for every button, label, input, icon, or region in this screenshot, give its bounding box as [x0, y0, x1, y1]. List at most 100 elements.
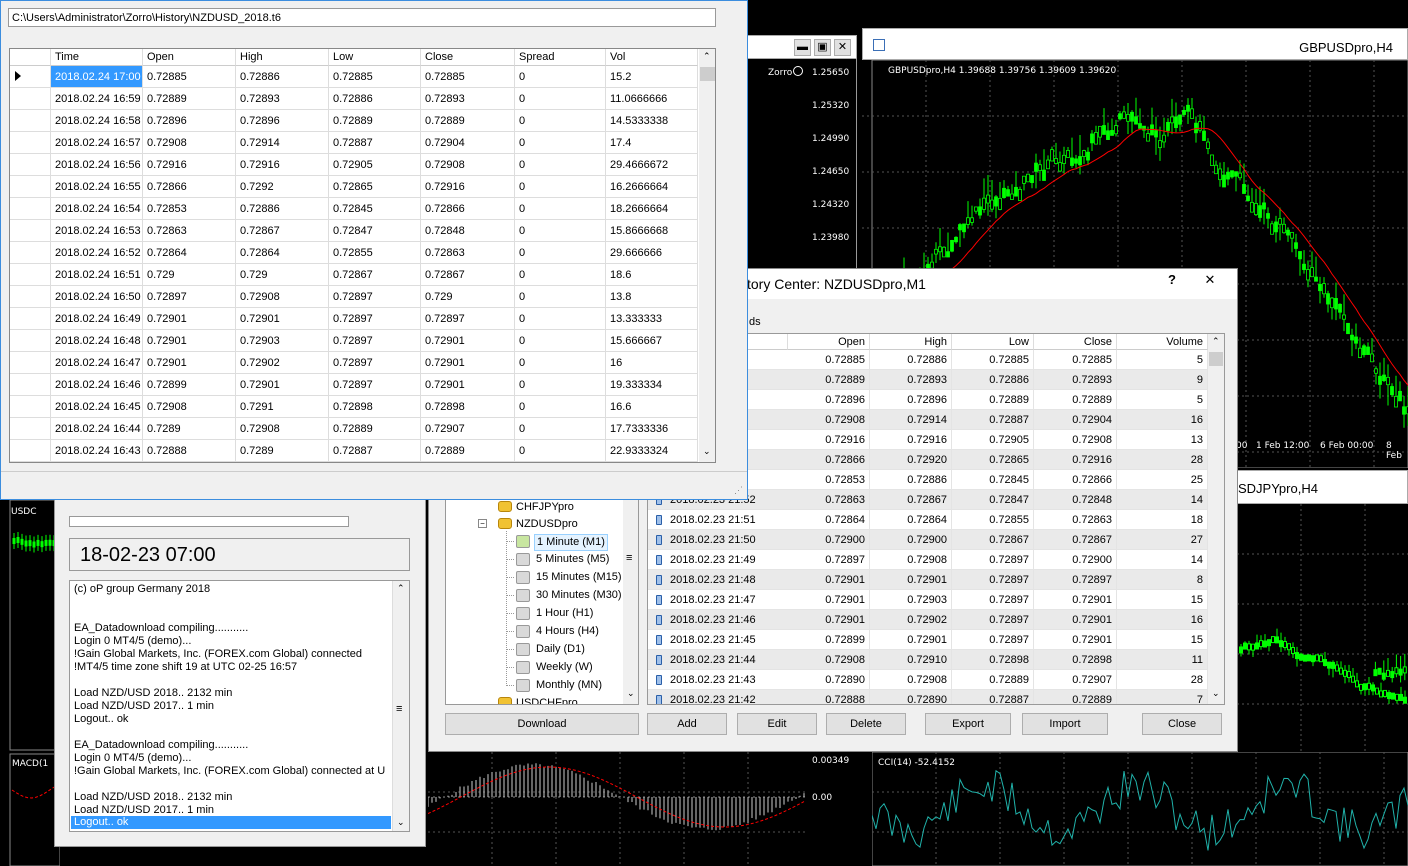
- grid-cell[interactable]: 0.72889: [329, 110, 421, 132]
- grid-cell[interactable]: 0: [515, 264, 606, 286]
- grid-column-header[interactable]: Open: [143, 49, 236, 66]
- grid-cell[interactable]: 0: [515, 154, 606, 176]
- grid-cell[interactable]: 2018.02.24 16:58: [51, 110, 143, 132]
- tree-item-timeframe[interactable]: 5 Minutes (M5): [534, 552, 611, 567]
- grid-cell[interactable]: 0.72847: [329, 220, 421, 242]
- grid-row-header[interactable]: [10, 66, 51, 88]
- grid-cell[interactable]: 0: [515, 374, 606, 396]
- tree-scrollbar[interactable]: ≡ ⌄: [623, 500, 638, 704]
- grid-cell[interactable]: 0.72896: [143, 110, 236, 132]
- grid-cell[interactable]: 17.4: [606, 132, 698, 154]
- grid-cell[interactable]: 0.72896: [236, 110, 329, 132]
- grid-cell[interactable]: 2018.02.24 16:45: [51, 396, 143, 418]
- grid-cell[interactable]: 22.9333324: [606, 440, 698, 462]
- grid-cell[interactable]: 0: [515, 286, 606, 308]
- history-row[interactable]: 2018.02.23 21:46 0.72901 0.72902 0.72897 0.7…: [648, 610, 1208, 630]
- grid-cell[interactable]: 2018.02.24 16:49: [51, 308, 143, 330]
- tree-item-timeframe[interactable]: 30 Minutes (M30): [534, 588, 624, 603]
- grid-cell[interactable]: 2018.02.24 16:59: [51, 88, 143, 110]
- grid-column-header[interactable]: Spread: [515, 49, 606, 66]
- close-window-button[interactable]: ✕: [834, 39, 851, 56]
- grid-cell[interactable]: 0: [515, 418, 606, 440]
- grid-cell[interactable]: 0.72904: [421, 132, 515, 154]
- history-column-header[interactable]: Low: [952, 334, 1034, 350]
- grid-cell[interactable]: 2018.02.24 16:51: [51, 264, 143, 286]
- grid-cell[interactable]: 0.72908: [421, 154, 515, 176]
- grid-cell[interactable]: 0.72887: [329, 440, 421, 462]
- grid-cell[interactable]: 0.72908: [236, 418, 329, 440]
- grid-cell[interactable]: 0.72867: [421, 264, 515, 286]
- grid-cell[interactable]: 0.72867: [329, 264, 421, 286]
- history-row[interactable]: 2018.02.23 21:51 0.72864 0.72864 0.72855 0.7…: [648, 510, 1208, 530]
- grid-column-header[interactable]: Vol: [606, 49, 698, 66]
- grid-cell[interactable]: 2018.02.24 16:57: [51, 132, 143, 154]
- grid-cell[interactable]: 0.72897: [329, 352, 421, 374]
- grid-cell[interactable]: 0.72901: [236, 308, 329, 330]
- grid-cell[interactable]: 0.729: [236, 264, 329, 286]
- grid-cell[interactable]: 2018.02.24 16:56: [51, 154, 143, 176]
- grid-cell[interactable]: 16.2666664: [606, 176, 698, 198]
- grid-cell[interactable]: 2018.02.24 16:48: [51, 330, 143, 352]
- log-selected-line[interactable]: Logout.. ok: [71, 816, 391, 829]
- grid-cell[interactable]: 0: [515, 440, 606, 462]
- grid-cell[interactable]: 0.72866: [421, 198, 515, 220]
- tree-item-chfjpy[interactable]: CHFJPYpro: [516, 500, 574, 514]
- history-row[interactable]: 2018.02.23 21:43 0.72890 0.72908 0.72889 0.7…: [648, 670, 1208, 690]
- history-row[interactable]: 2018.02.23 21:47 0.72901 0.72903 0.72897 0.7…: [648, 590, 1208, 610]
- grid-cell[interactable]: 0.72886: [236, 66, 329, 88]
- grid-cell[interactable]: 0.72897: [421, 308, 515, 330]
- grid-cell[interactable]: 0.72867: [236, 220, 329, 242]
- grid-row-header[interactable]: [10, 132, 51, 154]
- grid-cell[interactable]: 0.72897: [329, 308, 421, 330]
- grid-cell[interactable]: 2018.02.24 16:47: [51, 352, 143, 374]
- grid-cell[interactable]: 15.2: [606, 66, 698, 88]
- grid-cell[interactable]: 29.666666: [606, 242, 698, 264]
- grid-cell[interactable]: 2018.02.24 16:44: [51, 418, 143, 440]
- history-grid-scrollbar[interactable]: ⌃ ⌄: [1208, 334, 1224, 704]
- history-row[interactable]: 2018.02.23 21:48 0.72901 0.72901 0.72897 0.7…: [648, 570, 1208, 590]
- grid-cell[interactable]: 0.72914: [236, 132, 329, 154]
- resize-grip-icon[interactable]: ⋰: [734, 485, 743, 496]
- grid-cell[interactable]: 0.72901: [143, 330, 236, 352]
- grid-cell[interactable]: 18.6: [606, 264, 698, 286]
- grid-cell[interactable]: 0.72916: [421, 176, 515, 198]
- history-row[interactable]: 2018.02.23 21:44 0.72908 0.72910 0.72898 0.7…: [648, 650, 1208, 670]
- grid-row-header[interactable]: [10, 88, 51, 110]
- grid-cell[interactable]: 0.72885: [421, 66, 515, 88]
- usdjpy-chart[interactable]: [1237, 504, 1408, 752]
- grid-cell[interactable]: 0.72901: [421, 352, 515, 374]
- download-button[interactable]: Download: [445, 713, 639, 735]
- grid-cell[interactable]: 2018.02.24 16:55: [51, 176, 143, 198]
- grid-row-header[interactable]: [10, 264, 51, 286]
- grid-cell[interactable]: 0.72893: [236, 88, 329, 110]
- tree-item-timeframe[interactable]: Monthly (MN): [534, 678, 604, 693]
- grid-cell[interactable]: 0.72898: [421, 396, 515, 418]
- grid-cell[interactable]: 13.333333: [606, 308, 698, 330]
- grid-cell[interactable]: 0.729: [421, 286, 515, 308]
- grid-cell[interactable]: 0.72897: [143, 286, 236, 308]
- grid-row-header[interactable]: [10, 286, 51, 308]
- grid-cell[interactable]: 0.72885: [143, 66, 236, 88]
- history-row[interactable]: 2018.02.23 21:45 0.72899 0.72901 0.72897 0.7…: [648, 630, 1208, 650]
- grid-cell[interactable]: 0: [515, 242, 606, 264]
- grid-cell[interactable]: 0.72901: [236, 374, 329, 396]
- grid-cell[interactable]: 2018.02.24 16:46: [51, 374, 143, 396]
- grid-cell[interactable]: 0.72897: [329, 374, 421, 396]
- close-button[interactable]: Close: [1142, 713, 1222, 735]
- export-button[interactable]: Export: [925, 713, 1011, 735]
- grid-cell[interactable]: 0.72901: [143, 308, 236, 330]
- history-column-header[interactable]: High: [870, 334, 952, 350]
- grid-cell[interactable]: 15.666667: [606, 330, 698, 352]
- grid-cell[interactable]: 16: [606, 352, 698, 374]
- grid-cell[interactable]: 2018.02.24 17:00: [51, 66, 143, 88]
- grid-cell[interactable]: 0.72848: [421, 220, 515, 242]
- grid-column-header[interactable]: High: [236, 49, 329, 66]
- grid-cell[interactable]: 0: [515, 220, 606, 242]
- import-button[interactable]: Import: [1022, 713, 1108, 735]
- grid-cell[interactable]: 13.8: [606, 286, 698, 308]
- grid-cell[interactable]: 18.2666664: [606, 198, 698, 220]
- delete-button[interactable]: Delete: [826, 713, 906, 735]
- collapse-icon[interactable]: −: [478, 519, 487, 528]
- grid-row-header[interactable]: [10, 352, 51, 374]
- grid-column-header[interactable]: Close: [421, 49, 515, 66]
